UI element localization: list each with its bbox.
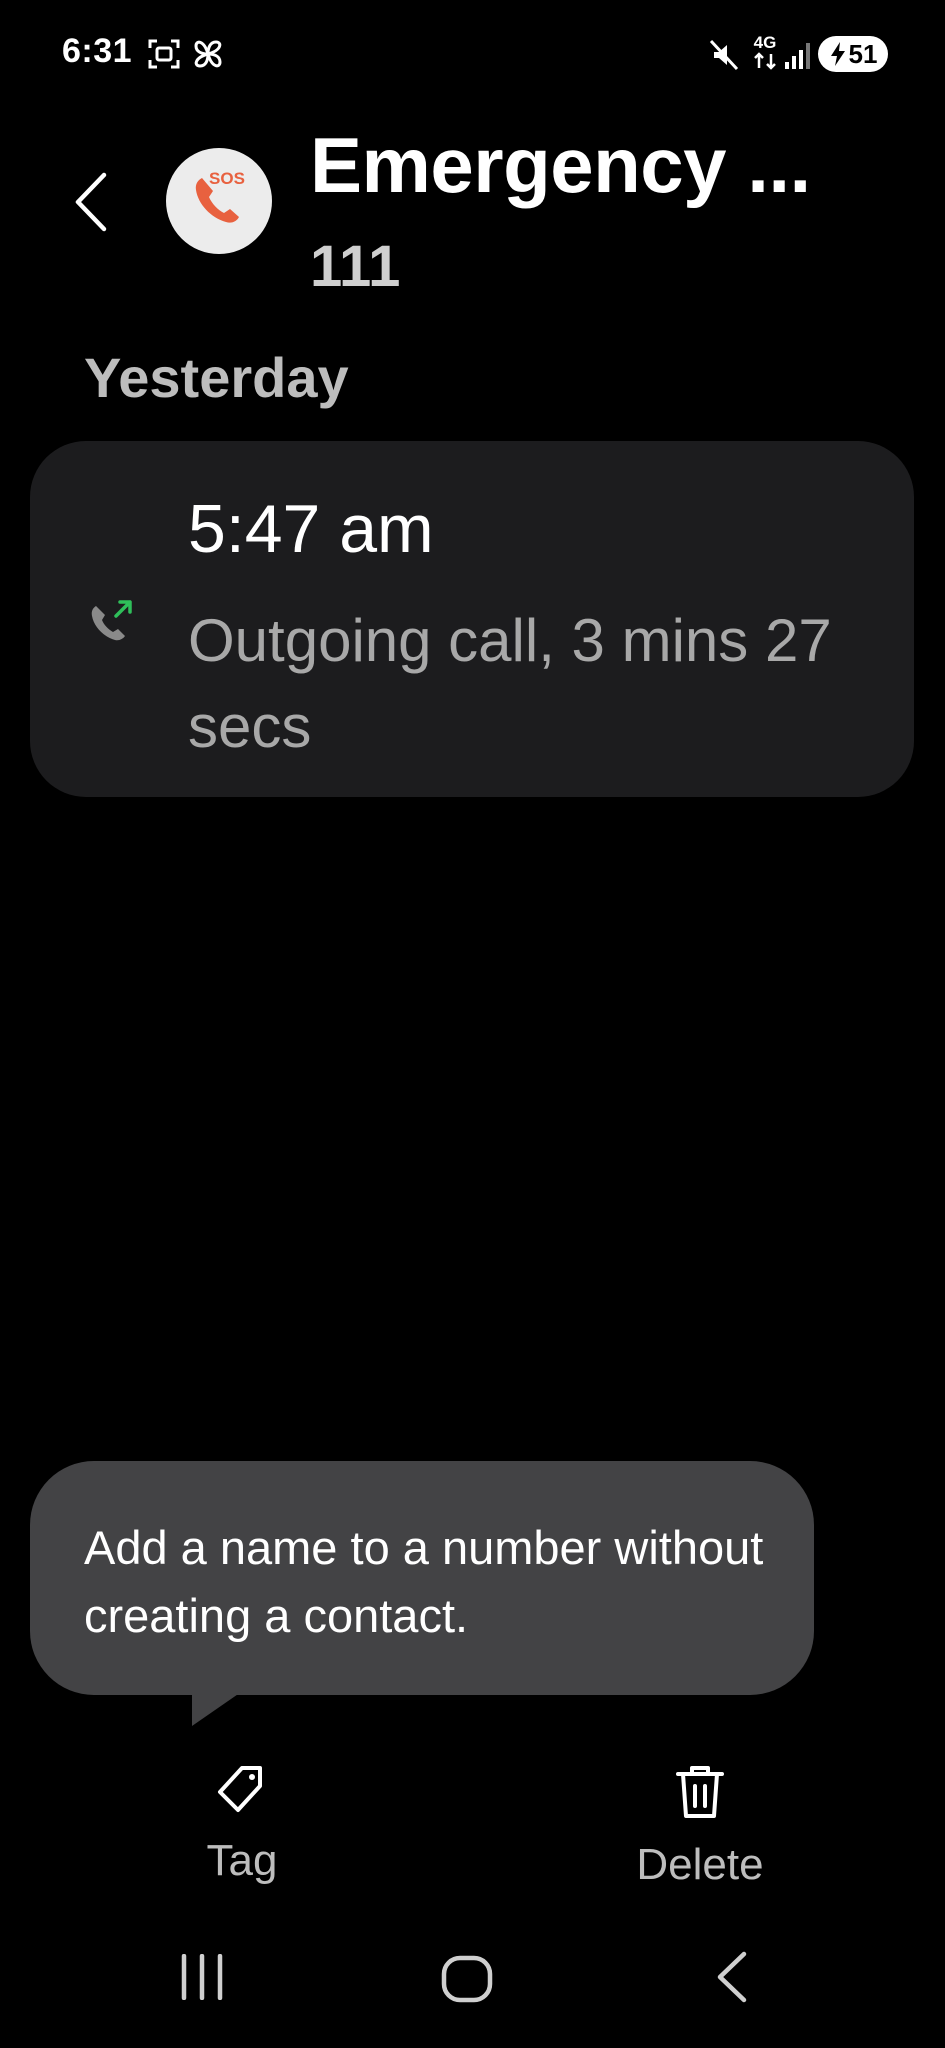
back-arrow-icon <box>75 172 107 232</box>
tooltip-text: Add a name to a number without creating … <box>84 1521 764 1642</box>
avatar: SOS <box>166 148 272 254</box>
recents-icon[interactable] <box>178 1954 226 2000</box>
nav-back-icon[interactable] <box>714 1950 750 2004</box>
sos-phone-icon: SOS <box>195 169 245 223</box>
tooltip-tail <box>192 1690 244 1726</box>
outgoing-call-icon <box>91 600 132 641</box>
tag-icon <box>218 1766 262 1812</box>
pinwheel-icon <box>194 40 222 68</box>
delete-button[interactable]: Delete <box>620 1762 780 1890</box>
4g-data-icon: 4G <box>750 34 780 74</box>
tag-label: Tag <box>206 1836 278 1885</box>
home-icon[interactable] <box>440 1954 494 2004</box>
signal-icon <box>785 43 810 69</box>
trash-icon <box>676 1766 724 1818</box>
back-button[interactable] <box>62 162 122 242</box>
tag-button[interactable]: Tag <box>182 1762 302 1886</box>
battery-level: 51 <box>848 38 878 69</box>
mute-icon <box>709 39 739 71</box>
call-detail: Outgoing call, 3 mins 27 secs <box>188 607 832 760</box>
delete-label: Delete <box>636 1840 764 1889</box>
screenshot-icon <box>148 39 180 69</box>
contact-name: Emergency ... <box>310 121 811 209</box>
sos-label: SOS <box>209 169 245 188</box>
charging-bolt-icon <box>830 42 845 66</box>
call-time: 5:47 am <box>188 491 434 567</box>
contact-number: 111 <box>310 234 401 299</box>
section-heading-date: Yesterday <box>84 346 349 409</box>
status-time: 6:31 <box>62 32 133 70</box>
battery-indicator: 51 <box>818 36 888 72</box>
